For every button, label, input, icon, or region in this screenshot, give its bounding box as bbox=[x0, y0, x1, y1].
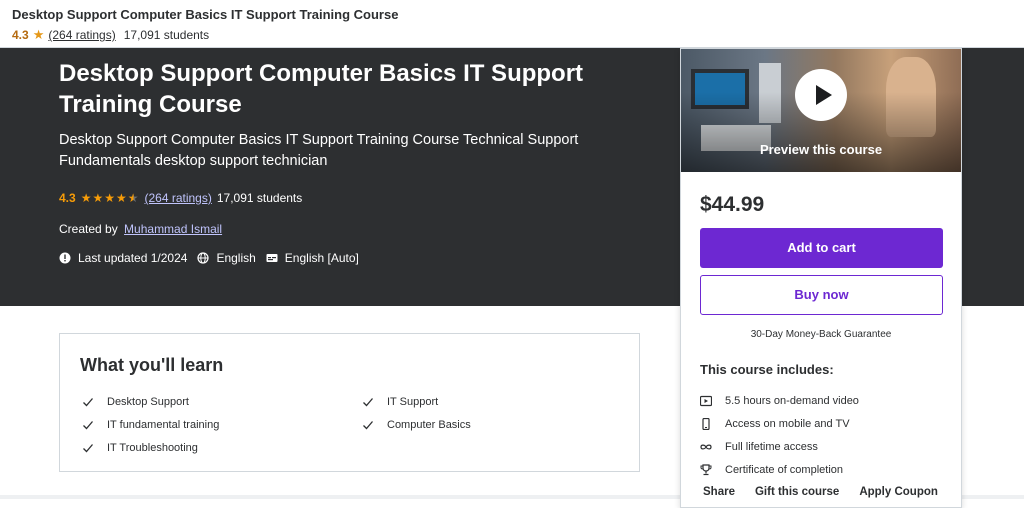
learn-item: IT Support bbox=[362, 394, 622, 410]
check-icon bbox=[83, 398, 93, 407]
sticky-ratings-link[interactable]: (264 ratings) bbox=[48, 28, 115, 42]
star-icon: ★ bbox=[32, 27, 45, 42]
includes-item: Certificate of completion bbox=[700, 458, 859, 481]
language-text: English bbox=[216, 251, 256, 265]
course-info-row: Last updated 1/2024 English English [Aut… bbox=[59, 251, 369, 265]
created-by-row: Created by Muhammad Ismail bbox=[59, 222, 222, 236]
course-language: English bbox=[197, 251, 256, 265]
mobile-icon bbox=[702, 417, 710, 430]
buy-now-button[interactable]: Buy now bbox=[700, 275, 943, 315]
learn-items-grid: Desktop Support IT Support IT fundamenta… bbox=[82, 394, 622, 456]
infinity-icon bbox=[700, 444, 712, 449]
share-button[interactable]: Share bbox=[703, 486, 735, 498]
rating-value: 4.3 bbox=[59, 191, 76, 205]
students-count: 17,091 students bbox=[216, 191, 303, 205]
rating-stars-icon: ★★★★★ bbox=[80, 191, 140, 205]
add-to-cart-button[interactable]: Add to cart bbox=[700, 228, 943, 268]
includes-title: This course includes: bbox=[700, 362, 834, 377]
learn-item: IT Troubleshooting bbox=[82, 440, 362, 456]
created-by-label: Created by bbox=[59, 222, 118, 236]
instructor-link[interactable]: Muhammad Ismail bbox=[124, 222, 222, 236]
apply-coupon-button[interactable]: Apply Coupon bbox=[859, 486, 938, 498]
check-icon bbox=[83, 421, 93, 430]
course-captions: English [Auto] bbox=[266, 251, 359, 265]
check-icon bbox=[363, 398, 373, 407]
play-icon[interactable] bbox=[795, 69, 847, 121]
includes-list: 5.5 hours on-demand video Access on mobi… bbox=[700, 389, 859, 481]
captions-text: English [Auto] bbox=[284, 251, 359, 265]
last-updated: Last updated 1/2024 bbox=[59, 251, 187, 265]
course-subtitle: Desktop Support Computer Basics IT Suppo… bbox=[59, 132, 579, 169]
trophy-icon bbox=[700, 463, 712, 475]
includes-item: Access on mobile and TV bbox=[700, 412, 859, 435]
video-icon bbox=[700, 395, 712, 406]
learn-item: Desktop Support bbox=[82, 394, 362, 410]
includes-item: 5.5 hours on-demand video bbox=[700, 389, 859, 412]
sticky-course-title: Desktop Support Computer Basics IT Suppo… bbox=[12, 7, 399, 22]
course-rating-row: 4.3 ★★★★★ (264 ratings) 17,091 students bbox=[59, 191, 302, 205]
card-actions: Share Gift this course Apply Coupon bbox=[703, 486, 938, 498]
sticky-students-count: 17,091 students bbox=[123, 28, 210, 42]
last-updated-text: Last updated 1/2024 bbox=[78, 251, 188, 265]
includes-item: Full lifetime access bbox=[700, 435, 859, 458]
sticky-header: Desktop Support Computer Basics IT Suppo… bbox=[0, 0, 1024, 48]
gift-course-button[interactable]: Gift this course bbox=[755, 486, 839, 498]
money-back-guarantee: 30-Day Money-Back Guarantee bbox=[750, 329, 892, 340]
captions-icon bbox=[266, 254, 278, 262]
preview-label: Preview this course bbox=[759, 142, 883, 157]
check-icon bbox=[363, 421, 373, 430]
course-title: Desktop Support Computer Basics IT Suppo… bbox=[59, 60, 584, 118]
what-you-learn-title: What you'll learn bbox=[80, 355, 224, 375]
check-icon bbox=[83, 444, 93, 453]
ratings-count-link[interactable]: (264 ratings) bbox=[144, 191, 211, 205]
learn-item: IT fundamental training bbox=[82, 417, 362, 433]
globe-icon bbox=[197, 252, 210, 264]
course-preview-video[interactable]: Preview this course bbox=[681, 49, 961, 172]
what-you-learn-box: What you'll learn Desktop Support IT Sup… bbox=[59, 333, 640, 472]
alert-badge-icon bbox=[59, 252, 71, 264]
sticky-rating-row: 4.3 ★ (264 ratings) 17,091 students bbox=[12, 27, 1024, 43]
purchase-card: Preview this course $44.99 Add to cart B… bbox=[680, 48, 962, 508]
sticky-rating-value: 4.3 bbox=[12, 28, 29, 42]
course-price: $44.99 bbox=[700, 193, 765, 216]
learn-item: Computer Basics bbox=[362, 417, 622, 433]
